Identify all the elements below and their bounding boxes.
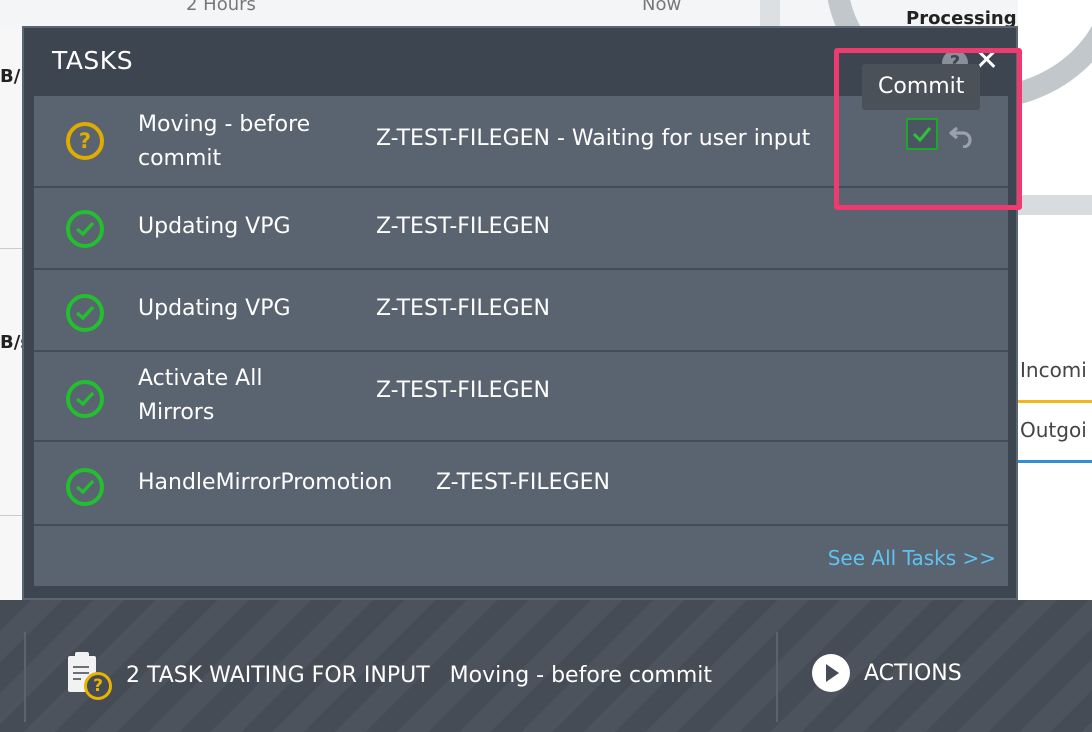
task-name: Moving - before commit (138, 112, 311, 171)
task-name: HandleMirrorPromotion (138, 470, 393, 495)
tasks-waiting-indicator[interactable]: ? 2 TASK WAITING FOR INPUT Moving - befo… (64, 650, 712, 700)
timeline-label-now: Now (642, 0, 682, 15)
task-name: Activate All Mirrors (138, 366, 263, 425)
background-separator (1018, 195, 1092, 215)
task-row[interactable]: HandleMirrorPromotion Z-TEST-FILEGEN (34, 442, 1008, 526)
task-name: Updating VPG (138, 296, 291, 321)
task-detail: Z-TEST-FILEGEN - Waiting for user input (376, 126, 811, 151)
background-left-divider (0, 248, 22, 249)
annotation-highlight-box (834, 48, 1022, 210)
question-icon: ? (66, 122, 104, 160)
check-circle-icon (66, 294, 104, 332)
task-name: Updating VPG (138, 214, 291, 239)
legend-outgoing-line (1018, 460, 1092, 463)
tasks-waiting-count: 2 TASK WAITING FOR INPUT (126, 662, 430, 688)
check-circle-icon (66, 380, 104, 418)
task-detail: Z-TEST-FILEGEN (376, 378, 550, 403)
task-row[interactable]: Activate All Mirrors Z-TEST-FILEGEN (34, 352, 1008, 442)
task-detail: Z-TEST-FILEGEN (376, 296, 550, 321)
clipboard-question-icon: ? (64, 650, 112, 700)
bottom-divider (24, 632, 26, 722)
bottom-divider (776, 632, 778, 722)
legend-incoming-line (1018, 400, 1092, 403)
left-edge-fragment: B/ (0, 66, 21, 87)
actions-button[interactable]: ACTIONS (812, 652, 962, 694)
task-detail: Z-TEST-FILEGEN (376, 214, 550, 239)
see-all-tasks-link[interactable]: See All Tasks >> (828, 546, 996, 570)
actions-label: ACTIONS (864, 660, 962, 686)
panel-title: TASKS (52, 46, 134, 75)
background-left-divider (0, 515, 22, 516)
check-circle-icon (66, 468, 104, 506)
legend-outgoing: Outgoi (1020, 418, 1087, 442)
legend-incoming: Incomi (1020, 358, 1087, 382)
task-row[interactable]: Updating VPG Z-TEST-FILEGEN (34, 270, 1008, 352)
play-circle-icon (812, 654, 850, 692)
background-divider (760, 0, 780, 28)
task-detail: Z-TEST-FILEGEN (436, 470, 610, 495)
check-circle-icon (66, 210, 104, 248)
current-task-name: Moving - before commit (449, 662, 713, 688)
timeline-label-start: 2 Hours (186, 0, 256, 15)
